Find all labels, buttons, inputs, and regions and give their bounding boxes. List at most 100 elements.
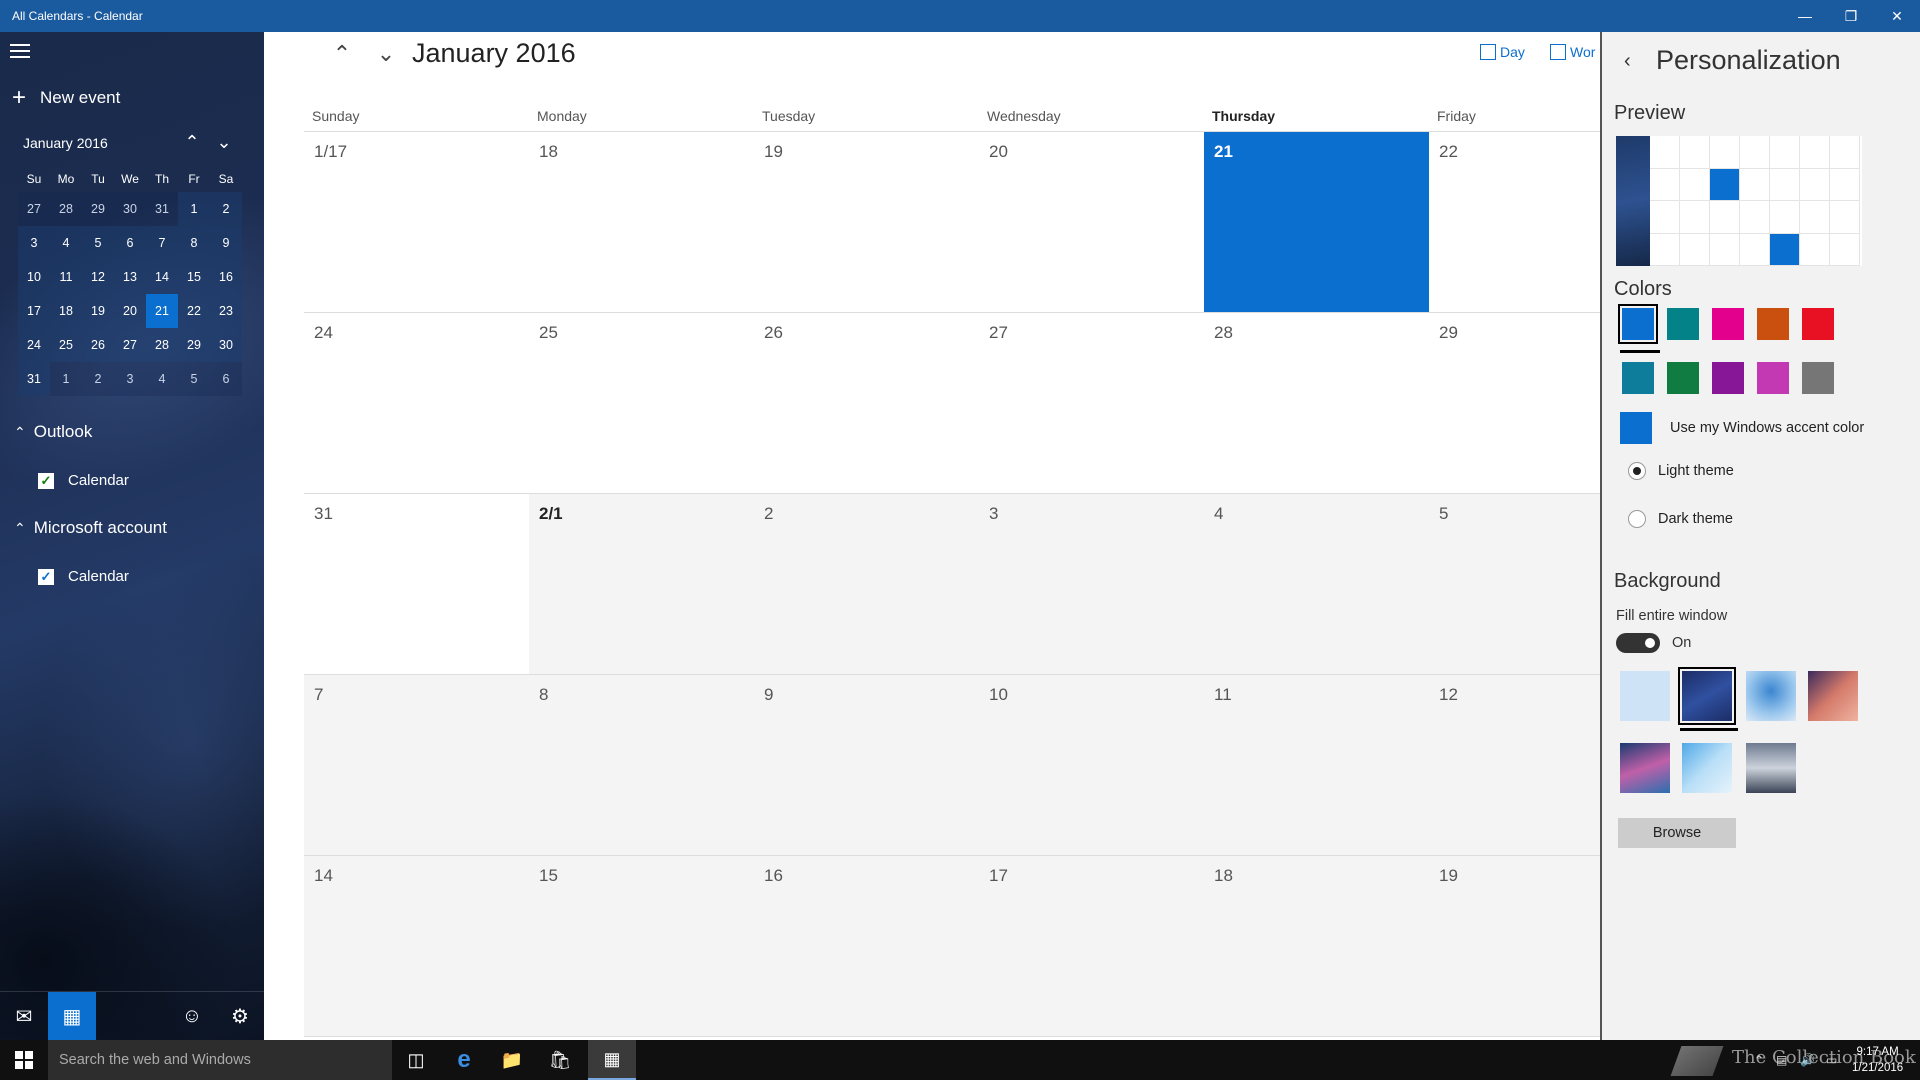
microsoft-account-group-header[interactable]: ⌃ Microsoft account [14,518,167,538]
mini-cal-day[interactable]: 6 [210,362,242,396]
day-cell[interactable]: 2/1 [529,494,754,674]
mini-cal-day[interactable]: 8 [178,226,210,260]
color-swatch[interactable] [1757,362,1789,394]
day-cell[interactable]: 19 [754,132,979,312]
mini-cal-day[interactable]: 11 [50,260,82,294]
mini-cal-day[interactable]: 2 [210,192,242,226]
mini-cal-next-icon[interactable]: ⌄ [212,132,236,153]
outlook-group-header[interactable]: ⌃ Outlook [14,422,92,442]
color-swatch[interactable] [1712,308,1744,340]
checkbox-icon[interactable]: ✓ [38,472,54,489]
day-cell[interactable]: 2 [754,494,979,674]
color-swatch[interactable] [1667,362,1699,394]
day-cell[interactable]: 24 [304,313,529,493]
mini-cal-day[interactable]: 5 [82,226,114,260]
day-cell[interactable]: 27 [979,313,1204,493]
day-view-button[interactable]: Day [1480,44,1525,60]
light-theme-radio[interactable]: Light theme [1628,462,1734,480]
day-cell[interactable]: 20 [979,132,1204,312]
store-icon[interactable]: 🛍 [536,1040,584,1080]
background-thumb-abstract[interactable] [1620,743,1670,793]
mini-cal-day[interactable]: 4 [50,226,82,260]
microsoft-calendar-item[interactable]: ✓ Calendar [38,568,129,585]
edge-browser-icon[interactable]: e [440,1040,488,1080]
day-cell[interactable]: 25 [529,313,754,493]
color-swatch[interactable] [1802,362,1834,394]
background-thumb-plain[interactable] [1620,671,1670,721]
mini-cal-day[interactable]: 5 [178,362,210,396]
day-cell[interactable]: 11 [1204,675,1429,855]
network-icon[interactable]: ▤ [1776,1040,1787,1080]
action-center-icon[interactable]: ▭ [1826,1040,1837,1080]
background-thumb-canyon[interactable] [1808,671,1858,721]
color-swatch[interactable] [1757,308,1789,340]
mini-cal-day[interactable]: 29 [82,192,114,226]
day-cell[interactable]: 1/17 [304,132,529,312]
tray-chevron-icon[interactable]: ⌃ [1754,1040,1764,1080]
background-thumb-lake[interactable] [1746,743,1796,793]
day-cell[interactable]: 10 [979,675,1204,855]
windows-accent-color-option[interactable]: Use my Windows accent color [1620,412,1864,444]
mini-cal-day[interactable]: 17 [18,294,50,328]
background-thumb-tree[interactable] [1746,671,1796,721]
toggle-switch[interactable] [1616,633,1660,653]
browse-button[interactable]: Browse [1618,818,1736,848]
mini-cal-day[interactable]: 27 [18,192,50,226]
day-cell[interactable]: 14 [304,856,529,1036]
day-cell[interactable]: 16 [754,856,979,1036]
taskbar-search-box[interactable]: Search the web and Windows [48,1040,392,1080]
mini-cal-day[interactable]: 29 [178,328,210,362]
day-cell[interactable]: 4 [1204,494,1429,674]
calendar-icon[interactable]: ▦ [48,992,96,1040]
dark-theme-radio[interactable]: Dark theme [1628,510,1733,528]
checkbox-icon[interactable]: ✓ [38,568,54,585]
mini-cal-day[interactable]: 24 [18,328,50,362]
mini-cal-day[interactable]: 22 [178,294,210,328]
mini-cal-day[interactable]: 4 [146,362,178,396]
taskbar-clock[interactable]: 9:17 AM 1/21/2016 [1852,1044,1903,1076]
mini-cal-day[interactable]: 9 [210,226,242,260]
mini-cal-day[interactable]: 28 [146,328,178,362]
background-thumb-crystal[interactable] [1682,743,1732,793]
mini-cal-day[interactable]: 26 [82,328,114,362]
fill-window-toggle[interactable]: On [1616,633,1691,653]
mini-cal-day[interactable]: 19 [82,294,114,328]
mini-cal-day[interactable]: 7 [146,226,178,260]
restore-button[interactable]: ❐ [1828,0,1874,32]
mini-cal-day[interactable]: 28 [50,192,82,226]
mini-cal-day[interactable]: 13 [114,260,146,294]
mini-cal-day[interactable]: 3 [18,226,50,260]
task-view-icon[interactable]: ◫ [392,1040,440,1080]
color-swatch[interactable] [1667,308,1699,340]
mini-cal-day[interactable]: 21 [146,294,178,328]
close-button[interactable]: ✕ [1874,0,1920,32]
start-button[interactable] [0,1040,48,1080]
mini-cal-day[interactable]: 14 [146,260,178,294]
mini-cal-day[interactable]: 31 [146,192,178,226]
day-cell[interactable]: 26 [754,313,979,493]
calendar-app-icon[interactable]: ▦ [588,1040,636,1080]
minimize-button[interactable]: — [1782,0,1828,32]
mini-cal-day[interactable]: 15 [178,260,210,294]
background-thumb-starry[interactable] [1678,667,1736,725]
color-swatch[interactable] [1712,362,1744,394]
volume-icon[interactable]: 🔊 [1800,1040,1815,1080]
hamburger-menu-icon[interactable] [10,44,34,64]
day-cell[interactable]: 28 [1204,313,1429,493]
mini-cal-day[interactable]: 16 [210,260,242,294]
mini-cal-day[interactable]: 25 [50,328,82,362]
mini-cal-day[interactable]: 6 [114,226,146,260]
mini-cal-day[interactable]: 18 [50,294,82,328]
mini-cal-day[interactable]: 12 [82,260,114,294]
mini-cal-day[interactable]: 20 [114,294,146,328]
mini-cal-day[interactable]: 30 [114,192,146,226]
work-week-view-button[interactable]: Wor [1550,44,1595,60]
day-cell[interactable]: 15 [529,856,754,1036]
mini-cal-day[interactable]: 31 [18,362,50,396]
day-cell[interactable]: 3 [979,494,1204,674]
new-event-button[interactable]: + New event [12,84,120,112]
mini-cal-day[interactable]: 1 [178,192,210,226]
mini-cal-day[interactable]: 23 [210,294,242,328]
day-cell[interactable]: 8 [529,675,754,855]
mini-cal-day[interactable]: 3 [114,362,146,396]
